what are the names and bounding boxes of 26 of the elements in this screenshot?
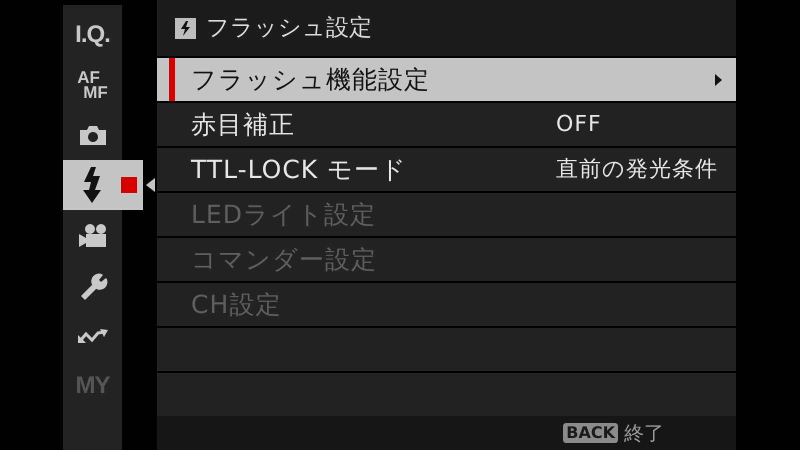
flash-icon [80,166,104,204]
menu-row[interactable]: 赤目補正 OFF [157,103,736,146]
camera-icon [78,124,108,146]
tab-label[interactable]: AF [77,70,108,84]
menu-label: LEDライト設定 [191,198,377,231]
tab-label[interactable]: MF [77,84,108,100]
setting-value: 直前の発光条件 [556,156,718,184]
selection-marker [121,177,137,193]
menu-row[interactable]: TTL-LOCK モード 直前の発光条件 [157,148,736,191]
menu-row[interactable]: フラッシュ機能設定 [157,58,736,101]
flash-icon [175,18,196,38]
back-key-label: BACK [563,423,618,443]
movie-camera-icon [76,222,108,248]
menu-label: フラッシュ機能設定 [191,64,431,96]
menu-label: CH設定 [191,288,282,321]
setting-value: OFF [556,111,602,139]
menu-title: フラッシュ設定 [206,14,372,43]
selection-bar [169,58,175,101]
menu-label: コマンダー設定 [191,244,378,276]
submenu-arrow-icon [715,74,722,86]
zigzag-arrows-icon [76,326,110,344]
menu-label: TTL-LOCK モード [191,154,408,186]
exit-hint: 終了 [624,420,664,447]
tab-label[interactable]: I.Q. [75,16,110,52]
menu-label: 赤目補正 [191,108,296,141]
pointer-icon [146,178,155,192]
